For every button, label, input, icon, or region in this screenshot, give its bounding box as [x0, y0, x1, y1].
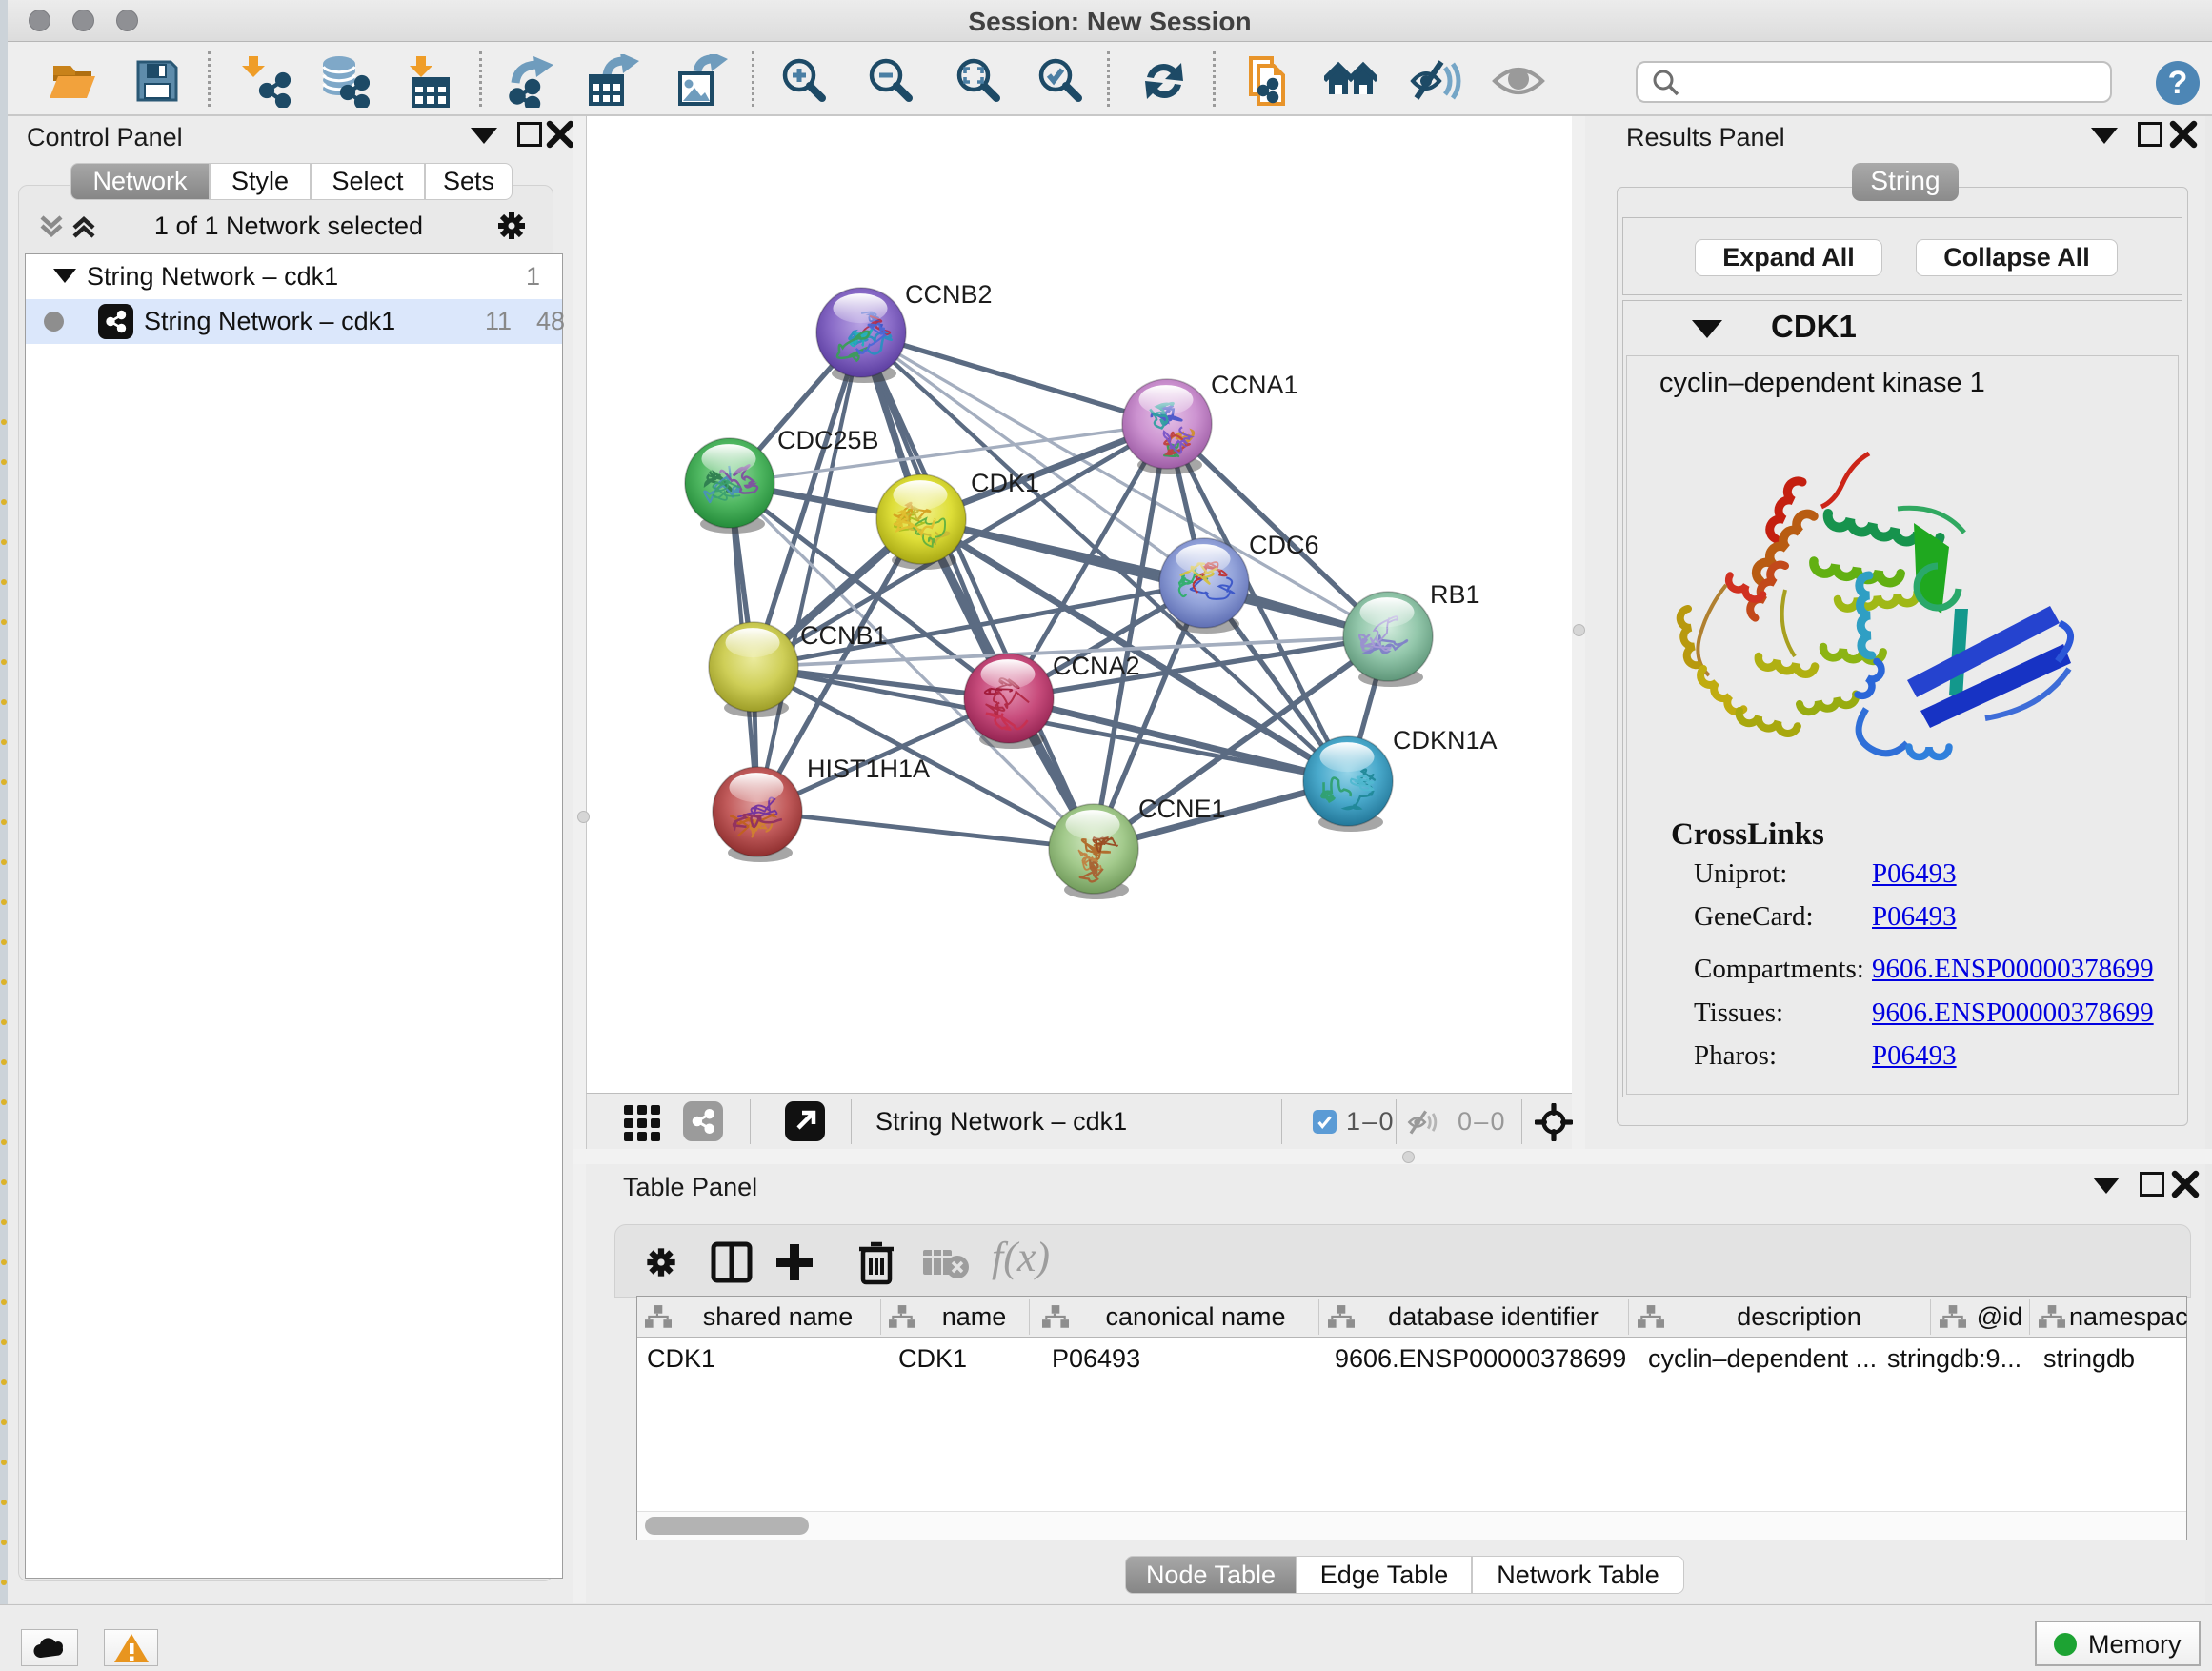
svg-text:CDK1: CDK1: [971, 469, 1039, 497]
svg-text:CDC25B: CDC25B: [777, 426, 879, 454]
svg-text:CCNE1: CCNE1: [1138, 795, 1226, 823]
svg-text:CCNB1: CCNB1: [800, 621, 888, 650]
svg-text:CCNA2: CCNA2: [1053, 652, 1140, 680]
svg-text:CDKN1A: CDKN1A: [1393, 726, 1498, 755]
svg-text:CCNA1: CCNA1: [1211, 371, 1298, 399]
svg-text:CCNB2: CCNB2: [905, 280, 993, 309]
svg-text:HIST1H1A: HIST1H1A: [807, 755, 930, 783]
svg-text:CDC6: CDC6: [1249, 531, 1319, 559]
svg-text:RB1: RB1: [1430, 580, 1480, 609]
